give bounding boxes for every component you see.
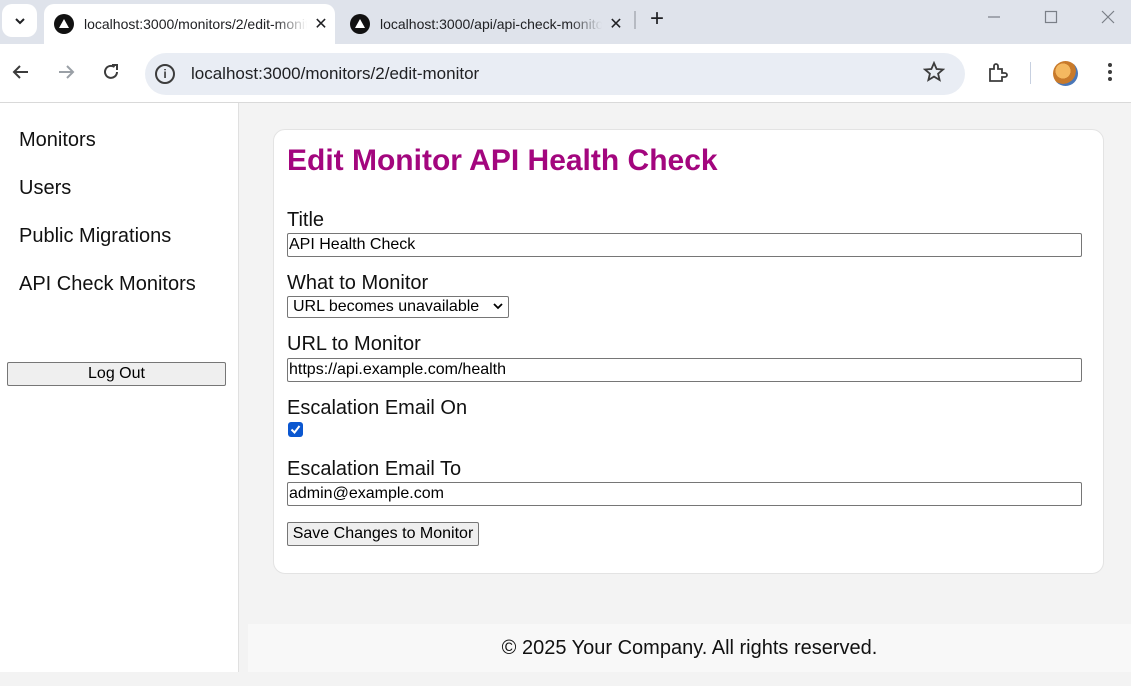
reload-button[interactable] (99, 62, 123, 86)
url-input[interactable] (287, 358, 1082, 382)
tab-title: localhost:3000/monitors/2/edit-monitor (84, 16, 307, 32)
forward-button[interactable] (54, 62, 78, 86)
close-tab-icon[interactable]: ✕ (602, 14, 630, 34)
sidebar-item-api-check-monitors[interactable]: API Check Monitors (19, 273, 196, 296)
close-window-icon[interactable] (1093, 8, 1123, 32)
title-input[interactable] (287, 233, 1082, 257)
info-icon[interactable]: i (155, 64, 175, 84)
reload-icon (104, 64, 118, 79)
url-to-monitor-label: URL to Monitor (287, 333, 421, 355)
kebab-menu-icon[interactable] (1100, 62, 1120, 86)
page: Monitors Users Public Migrations API Che… (0, 103, 1131, 672)
puzzle-icon[interactable] (986, 61, 1010, 85)
minimize-icon[interactable] (979, 8, 1009, 32)
back-button[interactable] (9, 62, 33, 86)
sidebar-item-users[interactable]: Users (19, 177, 71, 200)
copyright-text: © 2025 Your Company. All rights reserved… (501, 637, 878, 659)
save-changes-button[interactable]: Save Changes to Monitor (287, 522, 479, 546)
bottom-strip (0, 672, 1131, 686)
chevron-down-icon (14, 17, 25, 24)
avatar[interactable] (1053, 61, 1078, 86)
escalation-email-on-checkbox[interactable] (288, 422, 303, 437)
what-to-monitor-label: What to Monitor (287, 272, 429, 294)
title-label: Title (287, 209, 325, 231)
footer: © 2025 Your Company. All rights reserved… (248, 624, 1131, 672)
sidebar-item-public-migrations[interactable]: Public Migrations (19, 225, 171, 248)
escalation-email-to-label: Escalation Email To (287, 458, 462, 480)
browser-tab-api-check[interactable]: localhost:3000/api/api-check-monitors ✕ (340, 4, 630, 44)
what-to-monitor-select[interactable]: URL becomes unavailable (287, 296, 509, 318)
chevron-down-icon (492, 299, 504, 315)
sidebar: Monitors Users Public Migrations API Che… (0, 103, 239, 672)
nextjs-favicon-icon (350, 14, 370, 34)
tab-divider (634, 11, 636, 29)
escalation-email-input[interactable] (287, 482, 1082, 506)
back-arrow-icon (12, 65, 28, 79)
toolbar-divider (1030, 62, 1031, 84)
star-icon[interactable] (922, 60, 946, 89)
page-title: Edit Monitor API Health Check (287, 144, 718, 177)
close-tab-icon[interactable]: ✕ (307, 14, 335, 34)
tab-title: localhost:3000/api/api-check-monitors (380, 16, 602, 32)
url-text[interactable]: localhost:3000/monitors/2/edit-monitor (191, 64, 479, 84)
sidebar-item-monitors[interactable]: Monitors (19, 129, 96, 152)
logout-button[interactable]: Log Out (7, 362, 226, 386)
address-bar[interactable]: i localhost:3000/monitors/2/edit-monitor (145, 53, 965, 95)
checkmark-icon (290, 425, 301, 435)
tab-search-button[interactable] (2, 4, 37, 37)
escalation-email-on-label: Escalation Email On (287, 397, 468, 419)
browser-tab-edit-monitor[interactable]: localhost:3000/monitors/2/edit-monitor ✕ (44, 4, 335, 44)
forward-arrow-icon (59, 65, 75, 79)
nextjs-favicon-icon (54, 14, 74, 34)
select-value: URL becomes unavailable (293, 298, 480, 315)
edit-monitor-card: Edit Monitor API Health Check Title What… (273, 129, 1104, 574)
maximize-icon[interactable] (1036, 8, 1066, 32)
new-tab-button[interactable]: + (645, 7, 669, 32)
tab-strip: localhost:3000/monitors/2/edit-monitor ✕… (0, 0, 1131, 44)
browser-toolbar: i localhost:3000/monitors/2/edit-monitor (0, 44, 1131, 103)
